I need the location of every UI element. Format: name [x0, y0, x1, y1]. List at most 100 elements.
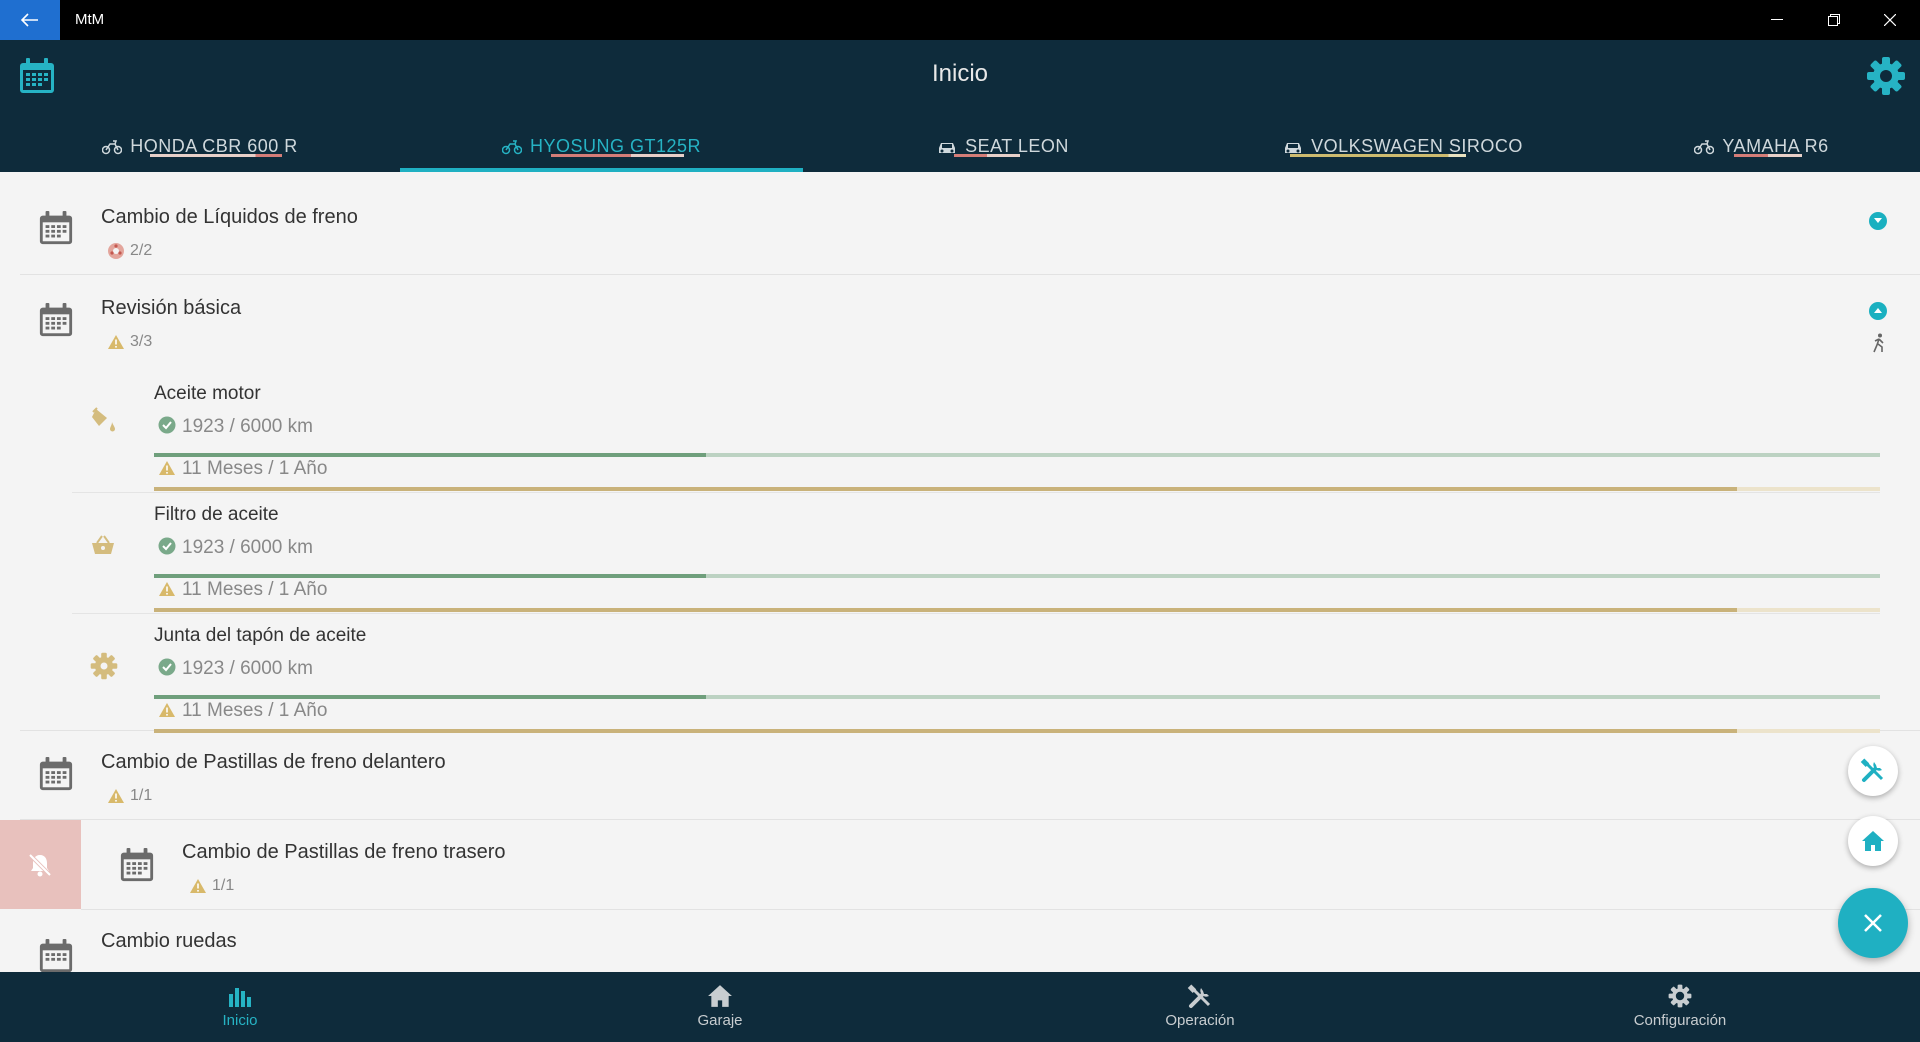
settings-button[interactable]: [1866, 56, 1906, 101]
tab-underline: [1734, 154, 1802, 157]
tab-label: VOLKSWAGEN SIROCO: [1311, 136, 1523, 156]
chevron-up-icon: [1874, 308, 1882, 313]
item-title: Cambio de Pastillas de freno trasero: [182, 841, 506, 863]
gear-icon: [90, 652, 118, 680]
tab-yamaha-r6[interactable]: YAMAHA R6: [1603, 126, 1920, 172]
item-title: Revisión básica: [101, 297, 242, 319]
oil-can-icon: [92, 407, 115, 432]
bell-off-icon: [28, 853, 52, 877]
tools-icon: [1187, 984, 1211, 1008]
distance-progress-bar: [154, 453, 1880, 457]
time-metric: 11 Meses / 1 Año: [158, 579, 327, 601]
check-circle-icon: [158, 537, 176, 555]
calendar-icon: [39, 756, 73, 791]
car-icon: [1285, 143, 1302, 153]
gear-icon: [1867, 57, 1905, 95]
mute-notification-button[interactable]: [0, 820, 81, 909]
distance-metric: 1923 / 6000 km: [158, 416, 313, 438]
home-icon: [708, 985, 732, 1007]
close-fab-button[interactable]: [1838, 888, 1908, 958]
gear-icon: [1668, 984, 1692, 1008]
sub-item-junta-tapon[interactable]: Junta del tapón de aceite 1923 / 6000 km…: [72, 613, 1880, 733]
close-icon: [1884, 14, 1896, 26]
time-progress-bar: [154, 487, 1880, 491]
operation-fab[interactable]: [1848, 746, 1898, 796]
check-circle-icon: [158, 416, 176, 434]
back-button[interactable]: [0, 0, 60, 40]
sub-item-filtro-aceite[interactable]: Filtro de aceite 1923 / 6000 km 11 Meses…: [72, 492, 1880, 614]
garage-fab[interactable]: [1848, 816, 1898, 866]
window-title: MtM: [75, 11, 105, 28]
nav-configuracion[interactable]: Configuración: [1440, 972, 1920, 1042]
calendar-icon: [39, 302, 73, 337]
motorcycle-icon: [101, 140, 123, 155]
calendar-icon: [39, 938, 73, 972]
item-title: Cambio de Líquidos de freno: [101, 206, 358, 228]
tab-honda-cbr-600-r[interactable]: HONDA CBR 600 R: [0, 126, 400, 172]
chart-icon: [229, 988, 251, 1007]
nav-label: Inicio: [222, 1012, 258, 1029]
maintenance-item-pastillas-trasero[interactable]: Cambio de Pastillas de freno trasero 1/1: [81, 820, 1920, 910]
tab-underline: [1290, 154, 1466, 157]
nav-inicio[interactable]: Inicio: [0, 972, 480, 1042]
warning-icon: [108, 789, 124, 803]
window-titlebar: MtM: [0, 0, 1920, 40]
tab-volkswagen-siroco[interactable]: VOLKSWAGEN SIROCO: [1203, 126, 1603, 172]
nav-garaje[interactable]: Garaje: [480, 972, 960, 1042]
minimize-button[interactable]: [1749, 0, 1805, 40]
tab-hyosung-gt125r[interactable]: HYOSUNG GT125R: [400, 126, 803, 172]
sub-item-title: Filtro de aceite: [154, 504, 279, 525]
distance-metric: 1923 / 6000 km: [158, 537, 313, 559]
maintenance-item-cambio-ruedas[interactable]: Cambio ruedas: [20, 910, 1920, 972]
distance-metric: 1923 / 6000 km: [158, 658, 313, 680]
nav-label: Configuración: [1633, 1012, 1727, 1029]
calendar-icon: [120, 847, 154, 882]
maintenance-item-liquidos-freno[interactable]: Cambio de Líquidos de freno 2/2: [20, 172, 1920, 275]
expand-button[interactable]: [1869, 212, 1887, 230]
warning-icon: [159, 703, 175, 717]
item-status: 1/1: [107, 787, 152, 805]
distance-progress-bar: [154, 574, 1880, 578]
walking-icon[interactable]: [1871, 333, 1887, 358]
time-progress-bar: [154, 608, 1880, 612]
tab-label: SEAT LEON: [965, 136, 1069, 156]
warning-icon: [190, 879, 206, 893]
nav-operacion[interactable]: Operación: [960, 972, 1440, 1042]
sub-item-title: Aceite motor: [154, 383, 261, 404]
motorcycle-icon: [1694, 140, 1715, 155]
item-title: Cambio de Pastillas de freno delantero: [101, 751, 446, 773]
warning-icon: [159, 461, 175, 475]
restore-button[interactable]: [1806, 0, 1862, 40]
warning-icon: [159, 582, 175, 596]
item-status: 1/1: [189, 877, 234, 895]
home-icon: [1862, 831, 1884, 851]
car-icon: [939, 143, 956, 153]
tab-label: HONDA CBR 600 R: [130, 136, 298, 156]
maintenance-item-revision-basica[interactable]: Revisión básica 3/3 Aceite motor 1923 / …: [20, 275, 1920, 733]
collapse-button[interactable]: [1869, 302, 1887, 320]
motorcycle-icon: [501, 140, 523, 155]
item-status: 3/3: [107, 333, 152, 351]
tab-underline: [954, 154, 1020, 157]
tab-label: HYOSUNG GT125R: [529, 136, 702, 156]
sub-item-title: Junta del tapón de aceite: [154, 625, 367, 646]
restore-icon: [1828, 14, 1840, 26]
chevron-down-icon: [1874, 218, 1882, 223]
alert-round-icon: [108, 243, 124, 259]
nav-label: Operación: [1165, 1012, 1235, 1029]
time-metric: 11 Meses / 1 Año: [158, 458, 327, 480]
page-title: Inicio: [931, 60, 989, 87]
calendar-icon: [39, 210, 73, 245]
sub-item-aceite-motor[interactable]: Aceite motor 1923 / 6000 km 11 Meses / 1…: [72, 371, 1880, 493]
check-circle-icon: [158, 658, 176, 676]
warning-icon: [108, 335, 124, 349]
basket-icon: [92, 535, 114, 554]
tab-seat-leon[interactable]: SEAT LEON: [803, 126, 1203, 172]
close-window-button[interactable]: [1862, 0, 1918, 40]
bottom-navigation: Inicio Garaje Operación Configuración: [0, 972, 1920, 1042]
maintenance-item-pastillas-delantero[interactable]: Cambio de Pastillas de freno delantero 1…: [20, 731, 1920, 820]
minimize-icon: [1771, 19, 1783, 20]
tab-label: YAMAHA R6: [1722, 136, 1829, 156]
time-metric: 11 Meses / 1 Año: [158, 700, 327, 722]
distance-progress-bar: [154, 695, 1880, 699]
